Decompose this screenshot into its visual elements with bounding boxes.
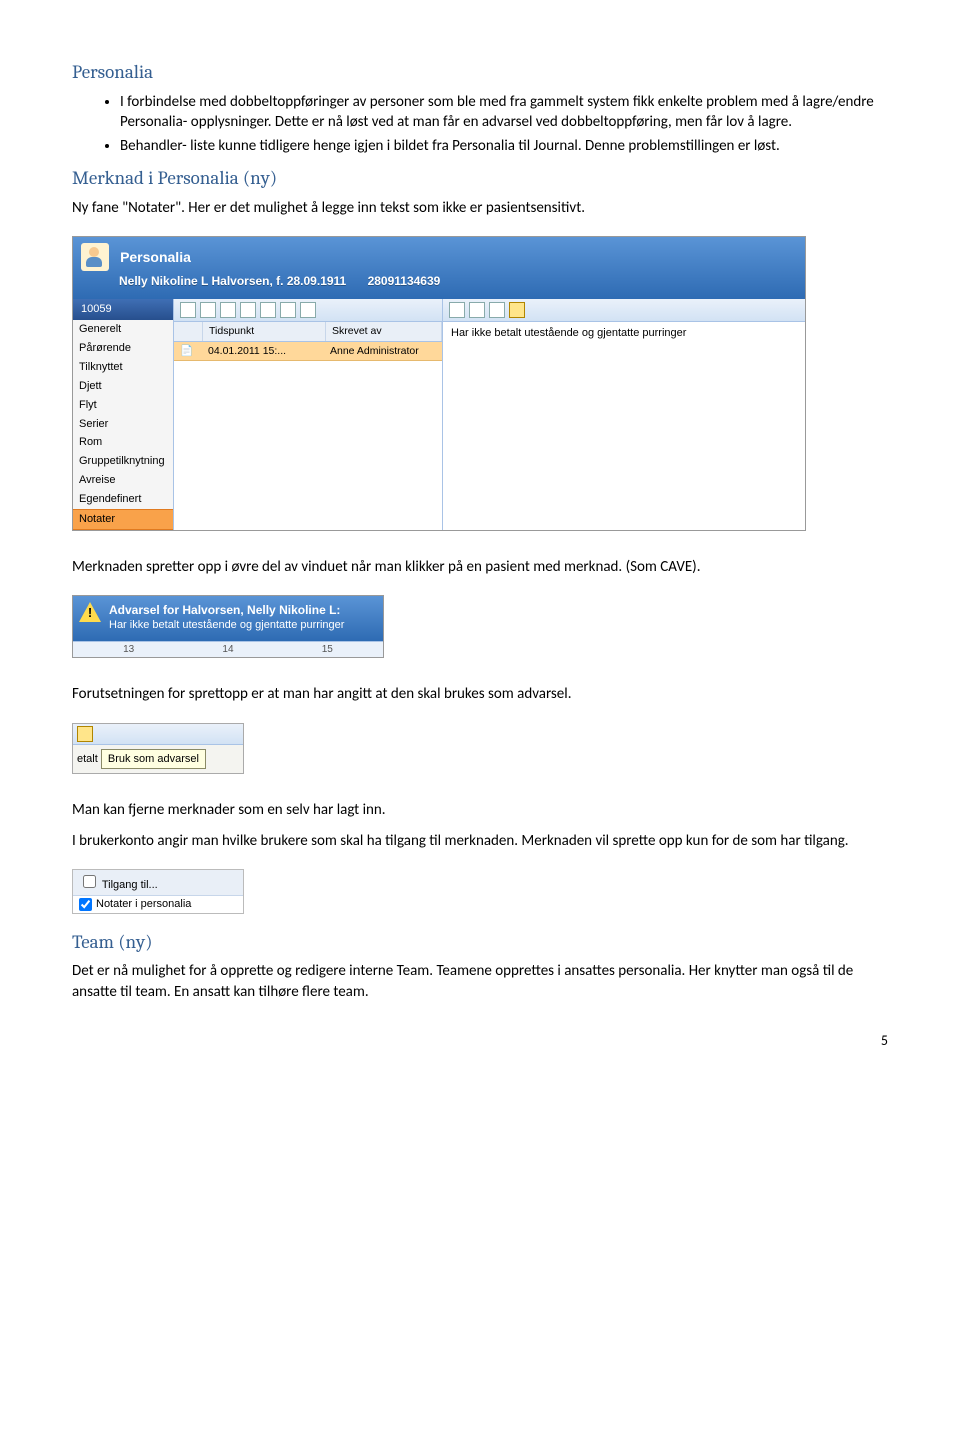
page-number: 5 [72,1032,888,1051]
text-icon[interactable] [220,302,236,318]
truncated-text: etalt [77,753,98,765]
content-toolbar [443,299,805,322]
refresh-icon[interactable] [280,302,296,318]
note-text[interactable]: Har ikke betalt utestående og gjentatte … [443,322,805,345]
col-tidspunkt[interactable]: Tidspunkt [203,322,326,340]
new-icon[interactable] [180,302,196,318]
checklist-item[interactable]: Notater i personalia [73,896,243,913]
access-checklist: Tilgang til... Notater i personalia [72,869,244,914]
body-paragraph: I brukerkonto angir man hvilke brukere s… [72,831,888,851]
sidebar-item-rom[interactable]: Rom [73,433,173,452]
list-header: Tidspunkt Skrevet av [174,322,442,341]
warning-icon[interactable] [509,302,525,318]
col-icon [174,322,203,340]
row-author: Anne Administrator [324,342,442,360]
sidebar-item-notater[interactable]: Notater [73,509,173,530]
new-icon[interactable] [449,302,465,318]
ruler-mark: 15 [322,643,333,657]
sidebar: 10059 Generelt Pårørende Tilknyttet Djet… [73,299,174,529]
team-body: Det er nå mulighet for å opprette og red… [72,961,888,1002]
sidebar-item-flyt[interactable]: Flyt [73,396,173,415]
popup-body: Har ikke betalt utestående og gjentatte … [109,618,375,633]
delete-icon[interactable] [240,302,256,318]
person-icon [81,243,109,271]
sidebar-item-parorende[interactable]: Pårørende [73,339,173,358]
save-icon[interactable] [200,302,216,318]
row-tidspunkt: 04.01.2011 15:... [202,342,324,360]
ruler-mark: 13 [123,643,134,657]
save-icon[interactable] [469,302,485,318]
list-row[interactable]: 📄 04.01.2011 15:... Anne Administrator [174,342,442,361]
warning-triangle-icon [79,602,101,624]
col-skrevetav[interactable]: Skrevet av [326,322,442,340]
sidebar-item-tilknyttet[interactable]: Tilknyttet [73,358,173,377]
note-content-column: Har ikke betalt utestående og gjentatte … [443,299,805,529]
titlebar: Personalia Nelly Nikoline L Halvorsen, f… [73,237,805,299]
window-title: Personalia [120,248,191,267]
sidebar-item-generelt[interactable]: Generelt [73,320,173,339]
heading-personalia: Personalia [72,60,888,86]
tooltip-snippet: etalt Bruk som advarsel [72,723,244,775]
warning-icon[interactable] [77,726,93,742]
bullet-item: Behandler- liste kunne tidligere henge i… [120,136,888,156]
body-paragraph: Merknaden spretter opp i øvre del av vin… [72,557,888,577]
notes-list-column: Tidspunkt Skrevet av 📄 04.01.2011 15:...… [174,299,443,529]
window-subtitle: Nelly Nikoline L Halvorsen, f. 28.09.191… [119,273,797,289]
patient-name: Nelly Nikoline L Halvorsen, f. 28.09.191… [119,274,346,288]
popup-header: Advarsel for Halvorsen, Nelly Nikoline L… [73,596,383,641]
patient-id: 28091134639 [368,273,441,289]
sidebar-item-gruppe[interactable]: Gruppetilknytning [73,452,173,471]
checkbox-header[interactable] [83,875,96,888]
sidebar-item-avreise[interactable]: Avreise [73,471,173,490]
merknad-intro: Ny fane "Notater". Her er det mulighet å… [72,198,888,218]
delete-icon[interactable] [489,302,505,318]
checklist-header-label: Tilgang til... [102,879,158,891]
heading-team: Team (ny) [72,930,888,956]
bullet-item: I forbindelse med dobbeltoppføringer av … [120,92,888,133]
ruler: 13 14 15 [73,641,383,658]
tooltip-row: etalt Bruk som advarsel [73,745,243,774]
personalia-bullets: I forbindelse med dobbeltoppføringer av … [72,92,888,157]
tooltip-toolbar [73,724,243,745]
tooltip-bubble: Bruk som advarsel [101,749,206,770]
print-icon[interactable] [260,302,276,318]
heading-merknad: Merknad i Personalia (ny) [72,166,888,192]
sidebar-item-djett[interactable]: Djett [73,377,173,396]
sidebar-item-egendefinert[interactable]: Egendefinert [73,490,173,509]
personalia-window: Personalia Nelly Nikoline L Halvorsen, f… [72,236,806,530]
ruler-mark: 14 [222,643,233,657]
list-toolbar [174,299,442,322]
body-paragraph: Forutsetningen for sprettopp er at man h… [72,684,888,704]
sidebar-item-serier[interactable]: Serier [73,415,173,434]
warning-popup: Advarsel for Halvorsen, Nelly Nikoline L… [72,595,384,659]
sidebar-tab[interactable]: 10059 [73,299,173,320]
checklist-header: Tilgang til... [73,870,243,896]
checklist-item-label: Notater i personalia [96,897,191,912]
checkbox-notater[interactable] [79,898,92,911]
popup-title: Advarsel for Halvorsen, Nelly Nikoline L… [109,602,375,618]
body-paragraph: Man kan fjerne merknader som en selv har… [72,800,888,820]
export-icon[interactable] [300,302,316,318]
row-icon: 📄 [174,342,202,360]
